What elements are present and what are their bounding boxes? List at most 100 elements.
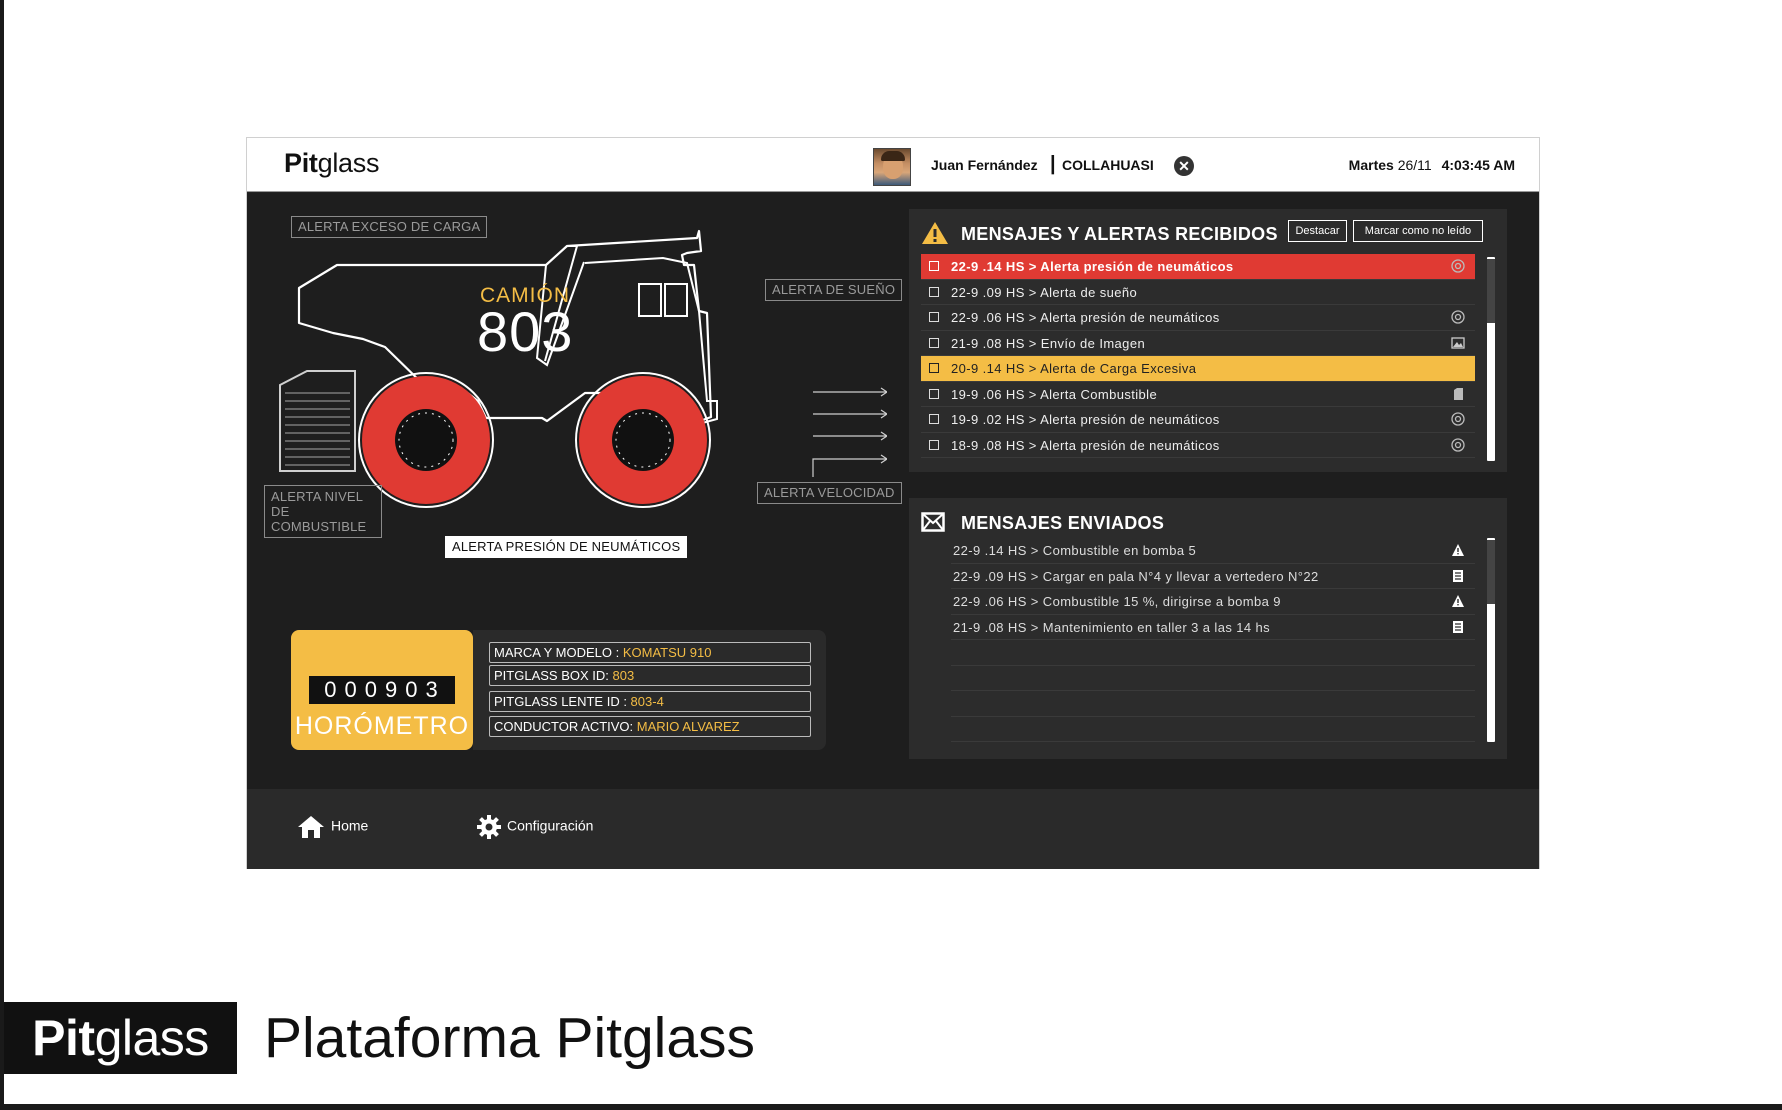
datetime: Martes 26/11 4:03:45 AM bbox=[1349, 157, 1515, 173]
brand-logo-rest: glass bbox=[94, 1010, 210, 1066]
received-message-row[interactable]: 19-9 .06 HS > Alerta Combustible bbox=[921, 382, 1475, 407]
main-area: CAMIÓN 803 ALERTA EXCESO DE CARGA ALERTA… bbox=[247, 193, 1539, 789]
page: Pitglass Juan Fernández | COLLAHUASI ✕ M… bbox=[0, 0, 1782, 1110]
logo-rest: glass bbox=[317, 148, 380, 178]
sent-message-row[interactable]: 22-9 .14 HS > Combustible en bomba 5 bbox=[951, 538, 1475, 564]
message-text: 22-9 .14 HS > Combustible en bomba 5 bbox=[953, 543, 1197, 558]
gear-icon bbox=[477, 815, 501, 839]
message-text: 22-9 .09 HS > Alerta de sueño bbox=[951, 284, 1138, 300]
scroll-thumb[interactable] bbox=[1487, 540, 1495, 604]
info-label: PITGLASS LENTE ID : bbox=[494, 694, 631, 709]
message-checkbox[interactable] bbox=[929, 388, 939, 399]
document-icon bbox=[1451, 569, 1465, 583]
sent-message-row bbox=[951, 640, 1475, 666]
nav-home-label: Home bbox=[331, 817, 369, 834]
app-window: Pitglass Juan Fernández | COLLAHUASI ✕ M… bbox=[246, 137, 1540, 869]
user-separator: | bbox=[1050, 153, 1056, 175]
tire-icon bbox=[1451, 310, 1465, 324]
message-text: 21-9 .08 HS > Mantenimiento en taller 3 … bbox=[953, 619, 1271, 635]
sent-message-row[interactable]: 22-9 .06 HS > Combustible 15 %, dirigirs… bbox=[951, 589, 1475, 615]
front-wheel bbox=[575, 372, 711, 508]
info-label: MARCA Y MODELO : bbox=[494, 645, 623, 660]
mark-unread-button[interactable]: Marcar como no leído bbox=[1353, 220, 1483, 242]
time: 4:03:45 AM bbox=[1441, 157, 1515, 173]
info-conductor: CONDUCTOR ACTIVO: MARIO ALVAREZ bbox=[489, 716, 811, 737]
message-checkbox[interactable] bbox=[929, 363, 939, 373]
message-checkbox[interactable] bbox=[929, 312, 939, 322]
sent-list: 22-9 .14 HS > Combustible en bomba 5 22-9… bbox=[951, 538, 1475, 742]
day-of-week: Martes bbox=[1348, 157, 1394, 173]
sent-scrollbar[interactable] bbox=[1487, 538, 1495, 742]
truck-number: 803 bbox=[477, 300, 574, 363]
nav-home[interactable]: Home bbox=[297, 815, 368, 839]
app-logo[interactable]: Pitglass bbox=[284, 148, 379, 179]
footer-nav: Home Configuración bbox=[247, 789, 1539, 869]
sent-message-row bbox=[951, 691, 1475, 717]
received-message-row[interactable]: 19-9 .02 HS > Alerta presión de neumátic… bbox=[921, 407, 1475, 433]
message-checkbox[interactable] bbox=[929, 261, 939, 271]
info-label: CONDUCTOR ACTIVO: bbox=[494, 719, 637, 734]
received-scrollbar[interactable] bbox=[1487, 257, 1495, 461]
message-checkbox[interactable] bbox=[929, 439, 939, 450]
highlight-button[interactable]: Destacar bbox=[1288, 220, 1347, 242]
info-value: 803 bbox=[612, 668, 635, 683]
nav-config-label: Configuración bbox=[507, 817, 594, 834]
tire-icon bbox=[1451, 412, 1465, 426]
alert-sueno[interactable]: ALERTA DE SUEÑO bbox=[765, 279, 903, 301]
info-lente-id: PITGLASS LENTE ID : 803-4 bbox=[489, 691, 811, 712]
info-value: 803-4 bbox=[630, 694, 664, 709]
logo-bold: Pit bbox=[284, 148, 318, 178]
info-box-id: PITGLASS BOX ID: 803 bbox=[489, 665, 811, 686]
speed-lines bbox=[812, 387, 887, 477]
company-name: COLLAHUASI bbox=[1062, 157, 1154, 173]
message-text: 22-9 .06 HS > Combustible 15 %, dirigirs… bbox=[953, 594, 1281, 609]
received-messages-panel: MENSAJES Y ALERTAS RECIBIDOS Destacar Ma… bbox=[909, 209, 1507, 472]
received-message-row[interactable]: 18-9 .08 HS > Alerta presión de neumátic… bbox=[921, 433, 1475, 458]
image-icon bbox=[1451, 336, 1465, 350]
received-message-row[interactable]: 22-9 .09 HS > Alerta de sueño bbox=[921, 280, 1475, 305]
alert-presion-neumaticos[interactable]: ALERTA PRESIÓN DE NEUMÁTICOS bbox=[445, 536, 688, 558]
message-checkbox[interactable] bbox=[929, 337, 939, 348]
bottom-edge-bar bbox=[0, 1104, 1782, 1110]
close-session-icon[interactable]: ✕ bbox=[1174, 156, 1194, 176]
received-title: MENSAJES Y ALERTAS RECIBIDOS bbox=[961, 224, 1278, 244]
info-label: PITGLASS BOX ID: bbox=[494, 668, 613, 683]
message-text: 21-9 .08 HS > Envío de Imagen bbox=[951, 335, 1146, 351]
message-text: 22-9 .06 HS > Alerta presión de neumátic… bbox=[951, 310, 1220, 325]
left-edge-bar bbox=[0, 0, 4, 1110]
message-text: 22-9 .09 HS > Cargar en pala N°4 y lleva… bbox=[953, 568, 1319, 584]
message-checkbox[interactable] bbox=[929, 286, 939, 297]
message-checkbox[interactable] bbox=[929, 414, 939, 424]
sent-message-row[interactable]: 21-9 .08 HS > Mantenimiento en taller 3 … bbox=[951, 615, 1475, 640]
fuel-icon bbox=[1451, 387, 1465, 401]
avatar[interactable] bbox=[873, 148, 911, 186]
sent-message-row bbox=[951, 717, 1475, 742]
message-text: 22-9 .14 HS > Alerta presión de neumátic… bbox=[951, 259, 1234, 274]
alert-velocidad[interactable]: ALERTA VELOCIDAD bbox=[757, 482, 902, 504]
hour-meter-digits: 000903 bbox=[309, 676, 455, 704]
sent-messages-panel: MENSAJES ENVIADOS 22-9 .14 HS > Combusti… bbox=[909, 498, 1507, 759]
mail-icon bbox=[921, 512, 945, 532]
sent-message-row[interactable]: 22-9 .09 HS > Cargar en pala N°4 y lleva… bbox=[951, 564, 1475, 589]
warning-icon bbox=[1451, 594, 1465, 608]
received-list: 22-9 .14 HS > Alerta presión de neumátic… bbox=[921, 254, 1475, 458]
top-bar: Pitglass Juan Fernández | COLLAHUASI ✕ M… bbox=[247, 138, 1539, 192]
alert-exceso-carga[interactable]: ALERTA EXCESO DE CARGA bbox=[291, 216, 488, 238]
message-text: 18-9 .08 HS > Alerta presión de neumátic… bbox=[951, 437, 1220, 453]
nav-config[interactable]: Configuración bbox=[477, 815, 593, 839]
cab-window-2 bbox=[664, 283, 688, 317]
received-message-row[interactable]: 22-9 .14 HS > Alerta presión de neumátic… bbox=[921, 254, 1475, 280]
home-icon bbox=[298, 816, 324, 838]
alert-combustible[interactable]: ALERTA NIVEL DE COMBUSTIBLE bbox=[264, 485, 382, 538]
received-message-row[interactable]: 21-9 .08 HS > Envío de Imagen bbox=[921, 331, 1475, 356]
received-message-row[interactable]: 22-9 .06 HS > Alerta presión de neumátic… bbox=[921, 305, 1475, 331]
hour-meter: 000903 HORÓMETRO bbox=[291, 630, 473, 750]
avatar-hair bbox=[881, 151, 905, 161]
received-message-row[interactable]: 20-9 .14 HS > Alerta de Carga Excesiva bbox=[921, 356, 1475, 382]
info-value: MARIO ALVAREZ bbox=[636, 719, 740, 734]
user-name: Juan Fernández bbox=[931, 157, 1038, 173]
fuel-can-icon bbox=[279, 370, 356, 472]
scroll-thumb[interactable] bbox=[1487, 259, 1495, 323]
info-marca-modelo: MARCA Y MODELO : KOMATSU 910 bbox=[489, 642, 811, 663]
warning-icon bbox=[922, 222, 948, 244]
